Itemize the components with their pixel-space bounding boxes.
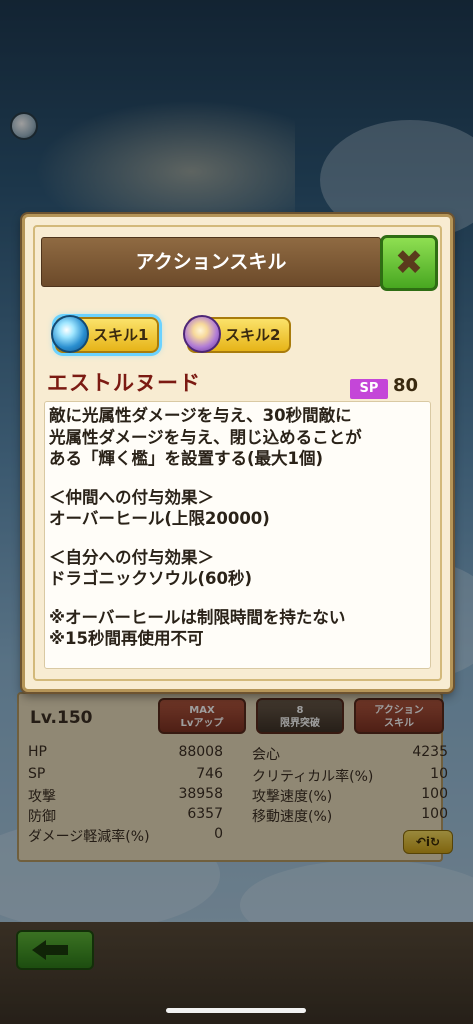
sp-cost: 80 [393, 375, 419, 396]
description-line: 光属性ダメージを与え、閉じ込めることが [49, 427, 362, 447]
light-orb-icon [183, 315, 221, 353]
tab-skill-2-label: スキル2 [225, 326, 281, 344]
description-line: ＜自分への付与効果＞ [49, 547, 214, 567]
description-line: ある「輝く檻」を設置する(最大1個) [49, 449, 324, 468]
modal-title-bar: アクションスキル [41, 237, 381, 287]
description-line: ＜仲間への付与効果＞ [49, 487, 214, 507]
description-line: ※15秒間再使用不可 [49, 629, 204, 648]
tab-skill-1[interactable]: スキル1 [51, 315, 159, 353]
tab-skill-1-label: スキル1 [93, 326, 149, 344]
home-indicator[interactable] [166, 1008, 306, 1013]
close-button[interactable]: ✖ [380, 235, 438, 291]
tab-skill-2[interactable]: スキル2 [183, 315, 291, 353]
action-skill-modal: アクションスキル ✖ スキル1 スキル2 エストルヌード SP 80 敵に光属性… [22, 214, 453, 692]
description-line: 敵に光属性ダメージを与え、30秒間敵に [49, 406, 352, 425]
description-line: オーバーヒール(上限20000) [49, 509, 270, 528]
sp-badge: SP [350, 379, 388, 399]
skill-description: 敵に光属性ダメージを与え、30秒間敵に 光属性ダメージを与え、閉じ込めることが … [44, 401, 431, 669]
description-line: ドラゴニックソウル(60秒) [49, 569, 253, 588]
skill-name: エストルヌード [47, 371, 201, 395]
modal-title: アクションスキル [135, 251, 287, 273]
water-orb-icon [51, 315, 89, 353]
description-line: ※オーバーヒールは制限時間を持たない [49, 607, 346, 627]
close-x-icon: ✖ [394, 243, 424, 283]
